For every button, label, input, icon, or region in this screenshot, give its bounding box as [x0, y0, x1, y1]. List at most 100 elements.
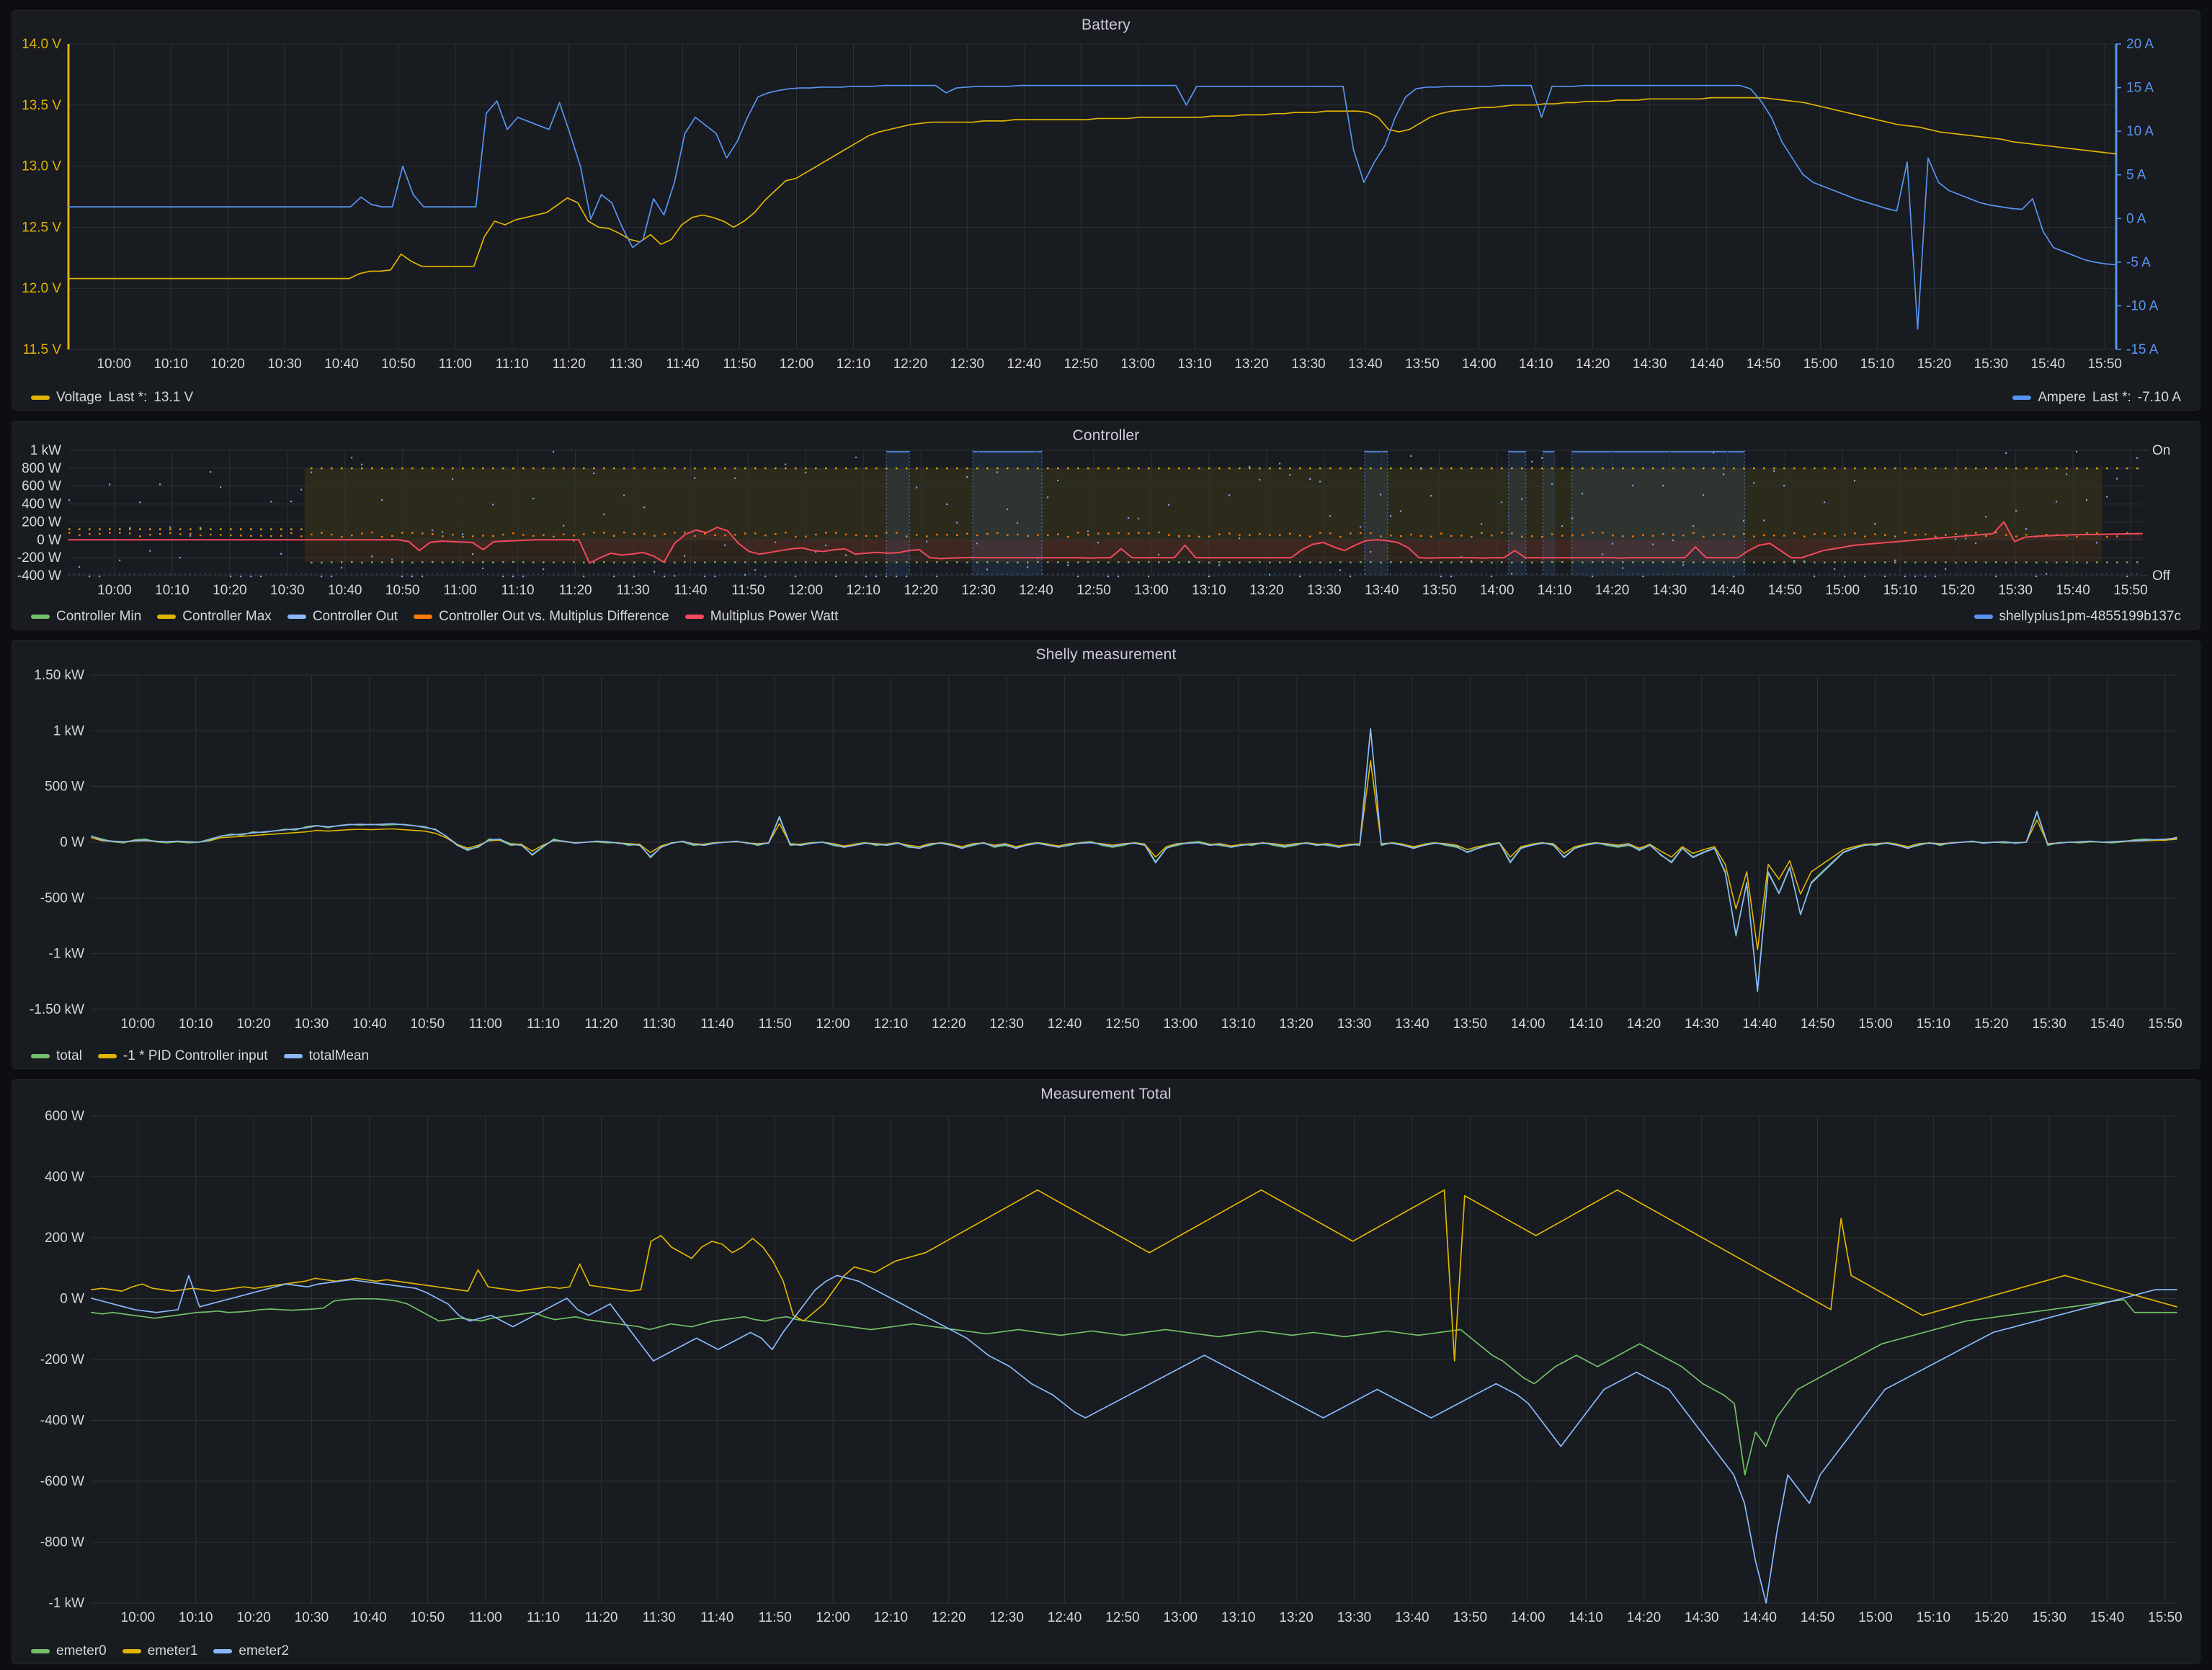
svg-text:0 A: 0 A	[2126, 211, 2146, 226]
controller-legend[interactable]: Controller Min Controller Max Controller…	[12, 609, 2200, 625]
shelly-plot-area[interactable]: -1.50 kW -1 kW -500 W 0 W 500 W 1 kW 1.50 kW 10…	[12, 662, 2200, 1068]
svg-text:15:50: 15:50	[2148, 1610, 2182, 1625]
legend-item-emeter1[interactable]: emeter1	[122, 1643, 198, 1659]
legend-label-shellyplus1pm: shellyplus1pm-4855199b137c	[1999, 609, 2181, 624]
svg-text:13:20: 13:20	[1234, 357, 1269, 372]
svg-text:12:20: 12:20	[893, 357, 928, 372]
svg-text:15:50: 15:50	[2148, 1017, 2182, 1032]
controller-chart[interactable]: -400 W -200 W 0 W 200 W 400 W 600 W 800 W 1 kW O…	[12, 443, 2201, 612]
svg-text:11:10: 11:10	[501, 583, 534, 598]
svg-text:10:30: 10:30	[270, 583, 305, 598]
svg-text:13:40: 13:40	[1395, 1610, 1430, 1625]
svg-text:11:30: 11:30	[643, 1610, 676, 1625]
svg-text:10:30: 10:30	[267, 357, 302, 372]
svg-text:14:30: 14:30	[1633, 357, 1667, 372]
controller-legend-right[interactable]: shellyplus1pm-4855199b137c	[1974, 609, 2181, 625]
svg-text:10:30: 10:30	[295, 1610, 329, 1625]
legend-swatch-voltage	[31, 396, 50, 400]
measurement-total-plot-area[interactable]: -1 kW -800 W -600 W -400 W -200 W 0 W 200 W 400…	[12, 1102, 2200, 1664]
legend-item-controller-out[interactable]: Controller Out	[287, 609, 398, 625]
measurement-total-legend[interactable]: emeter0 emeter1 emeter2	[12, 1643, 2200, 1659]
legend-stat-voltage-label: Last *:	[108, 390, 148, 405]
svg-text:1.50 kW: 1.50 kW	[34, 668, 84, 683]
legend-item-multiplus-power[interactable]: Multiplus Power Watt	[684, 609, 838, 625]
svg-text:10:50: 10:50	[410, 1610, 445, 1625]
svg-text:15:10: 15:10	[1917, 1610, 1951, 1625]
legend-item-total-mean[interactable]: totalMean	[283, 1048, 369, 1064]
svg-text:12:50: 12:50	[1105, 1017, 1140, 1032]
svg-text:Off: Off	[2152, 568, 2171, 584]
svg-text:12:10: 12:10	[837, 357, 871, 372]
shelly-chart[interactable]: -1.50 kW -1 kW -500 W 0 W 500 W 1 kW 1.50 kW 10…	[12, 662, 2201, 1051]
legend-item-emeter0[interactable]: emeter0	[31, 1643, 107, 1659]
measurement-total-chart[interactable]: -1 kW -800 W -600 W -400 W -200 W 0 W 200 W 400…	[12, 1102, 2201, 1646]
legend-label-controller-out: Controller Out	[312, 609, 398, 624]
svg-text:12:10: 12:10	[846, 583, 880, 598]
svg-text:13:40: 13:40	[1395, 1017, 1430, 1032]
svg-text:14:40: 14:40	[1742, 1017, 1777, 1032]
svg-text:14:20: 14:20	[1627, 1017, 1662, 1032]
svg-text:-600 W: -600 W	[40, 1474, 84, 1489]
legend-label-ampere: Ampere	[2038, 390, 2086, 405]
svg-text:14:40: 14:40	[1742, 1610, 1777, 1625]
svg-text:10:00: 10:00	[121, 1610, 156, 1625]
svg-text:14.0 V: 14.0 V	[22, 37, 61, 52]
svg-text:12.0 V: 12.0 V	[22, 281, 61, 296]
svg-text:-1.50 kW: -1.50 kW	[30, 1002, 84, 1017]
panel-battery[interactable]: Battery 11.5 V 12.0 V 12.5 V 13.0 V 13.5 V 14…	[12, 10, 2200, 411]
battery-chart[interactable]: 11.5 V 12.0 V 12.5 V 13.0 V 13.5 V 14.0 V -15 …	[12, 32, 2201, 393]
panel-shelly-measurement[interactable]: Shelly measurement -1.50 kW -1 kW -500 W 0 …	[12, 640, 2200, 1069]
svg-text:15:40: 15:40	[2090, 1017, 2125, 1032]
panel-measurement-total[interactable]: Measurement Total -1 kW -800 W -600 W -400 …	[12, 1079, 2200, 1664]
legend-item-emeter2[interactable]: emeter2	[213, 1643, 289, 1659]
svg-text:-500 W: -500 W	[40, 890, 84, 906]
legend-item-total[interactable]: total	[31, 1048, 82, 1064]
svg-text:13:20: 13:20	[1279, 1610, 1314, 1625]
legend-item-controller-diff[interactable]: Controller Out vs. Multiplus Difference	[414, 609, 669, 625]
battery-legend[interactable]: Voltage Last *: 13.1 V	[12, 390, 2200, 406]
svg-text:14:10: 14:10	[1569, 1017, 1603, 1032]
svg-text:13:50: 13:50	[1453, 1017, 1487, 1032]
svg-text:10 A: 10 A	[2126, 124, 2154, 139]
svg-text:1 kW: 1 kW	[30, 443, 61, 458]
controller-plot-area[interactable]: -400 W -200 W 0 W 200 W 400 W 600 W 800 W 1 kW O…	[12, 443, 2200, 629]
legend-stat-ampere-value: -7.10 A	[2137, 390, 2181, 405]
svg-text:13:00: 13:00	[1120, 357, 1155, 372]
legend-item-pid-input[interactable]: -1 * PID Controller input	[97, 1048, 268, 1064]
svg-text:11:40: 11:40	[666, 357, 700, 372]
svg-text:1 kW: 1 kW	[53, 723, 84, 738]
legend-label-emeter1: emeter1	[147, 1643, 198, 1658]
svg-text:13:40: 13:40	[1348, 357, 1383, 372]
svg-text:200 W: 200 W	[45, 1231, 84, 1246]
svg-text:11:50: 11:50	[759, 1610, 792, 1625]
svg-text:14:50: 14:50	[1747, 357, 1781, 372]
svg-text:10:30: 10:30	[295, 1017, 329, 1032]
svg-text:10:40: 10:40	[352, 1017, 387, 1032]
svg-text:15:30: 15:30	[1974, 357, 2009, 372]
svg-text:13:50: 13:50	[1422, 583, 1457, 598]
battery-legend-right[interactable]: Ampere Last *: -7.10 A	[2012, 390, 2181, 406]
svg-text:14:00: 14:00	[1462, 357, 1497, 372]
svg-text:15 A: 15 A	[2126, 81, 2154, 96]
svg-text:13:30: 13:30	[1291, 357, 1326, 372]
svg-text:0 W: 0 W	[60, 1292, 84, 1307]
legend-item-controller-min[interactable]: Controller Min	[31, 609, 141, 625]
svg-text:12:00: 12:00	[816, 1017, 850, 1032]
svg-text:0 W: 0 W	[37, 532, 61, 548]
legend-item-voltage[interactable]: Voltage Last *: 13.1 V	[31, 390, 193, 406]
svg-text:15:20: 15:20	[1917, 357, 1952, 372]
panel-controller[interactable]: Controller -400 W -200 W 0 W 200 W 400 W 600 …	[12, 421, 2200, 630]
svg-text:11:00: 11:00	[469, 1610, 502, 1625]
svg-text:12:30: 12:30	[950, 357, 985, 372]
svg-text:11:10: 11:10	[527, 1610, 560, 1625]
svg-text:15:20: 15:20	[1974, 1017, 2009, 1032]
svg-text:11:30: 11:30	[616, 583, 649, 598]
shelly-legend[interactable]: total -1 * PID Controller input totalMea…	[12, 1048, 2200, 1064]
svg-text:11:40: 11:40	[700, 1610, 733, 1625]
svg-text:13:10: 13:10	[1221, 1610, 1256, 1625]
legend-item-controller-max[interactable]: Controller Max	[157, 609, 272, 625]
svg-text:13:20: 13:20	[1249, 583, 1284, 598]
battery-plot-area[interactable]: 11.5 V 12.0 V 12.5 V 13.0 V 13.5 V 14.0 V -15 …	[12, 32, 2200, 410]
grafana-dashboard: Battery 11.5 V 12.0 V 12.5 V 13.0 V 13.5 V 14…	[0, 0, 2212, 1670]
svg-text:15:50: 15:50	[2113, 583, 2148, 598]
